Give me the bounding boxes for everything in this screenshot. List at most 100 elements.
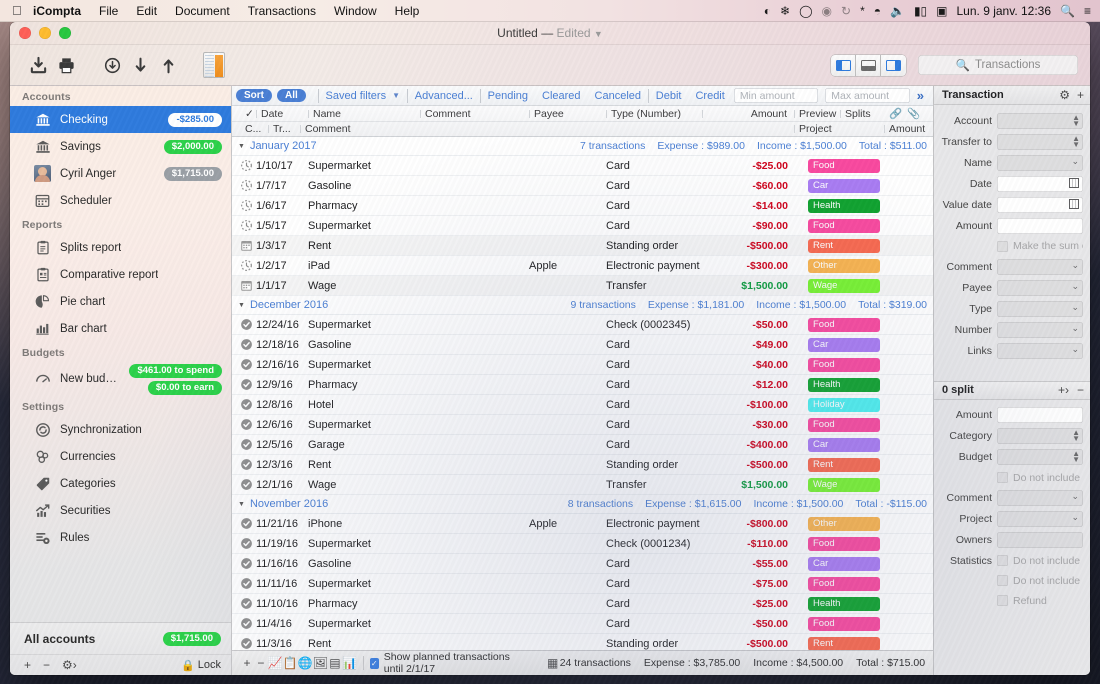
column-splits[interactable]: Splits [840, 108, 871, 120]
sidebar-item-splits-report[interactable]: Splits report [10, 234, 231, 261]
transaction-row[interactable]: 1/2/17iPadAppleElectronic payment-$300.0… [232, 256, 933, 276]
close-button[interactable] [19, 27, 31, 39]
max-amount-input[interactable]: Max amount [825, 88, 909, 103]
cleared-status-icon[interactable] [240, 358, 254, 372]
transaction-row[interactable]: 11/16/16GasolineCard-$55.00$795.00Car [232, 554, 933, 574]
credit-filter-button[interactable]: Credit [695, 90, 724, 102]
gear-icon[interactable]: ⚙› [62, 658, 77, 672]
search-input[interactable]: 🔍 Transactions [918, 55, 1078, 75]
split-amount-input[interactable] [997, 407, 1083, 423]
transaction-row[interactable]: 12/6/16SupermarketCard-$30.00$455.00Food [232, 415, 933, 435]
stepper-icon[interactable]: ▲▼ [1072, 136, 1080, 148]
sidebar-item-comparative-report[interactable]: Comparative report [10, 261, 231, 288]
transaction-row[interactable]: 11/10/16PharmacyCard-$25.00$925.00Health [232, 594, 933, 614]
transaction-group-header[interactable]: ▼December 20169 transactionsExpense : $1… [232, 296, 933, 315]
transaction-row[interactable]: 12/1/16WageTransfer$1,500.00$1,385.00Wag… [232, 475, 933, 495]
transaction-row[interactable]: 12/5/16GarageCard-$400.00$485.00Car [232, 435, 933, 455]
split-budget-input[interactable]: ▲▼ [997, 449, 1083, 465]
image-icon[interactable]: 🖼 [313, 656, 328, 670]
gear-icon[interactable]: ⚙ [1059, 88, 1070, 102]
inspector-name-input[interactable]: ⌄ [997, 155, 1083, 171]
category-chip[interactable]: Car [808, 338, 880, 352]
column-comment[interactable]: Comment [420, 108, 471, 120]
column-amount[interactable]: Amount [702, 108, 792, 120]
split-category-input[interactable]: ▲▼ [997, 428, 1083, 444]
cleared-status-icon[interactable] [240, 597, 254, 611]
inspector-amount-input[interactable] [997, 218, 1083, 234]
chevron-down-icon[interactable]: ⌄ [1071, 156, 1079, 167]
transaction-row[interactable]: 12/9/16PharmacyCard-$12.00$343.00Health [232, 375, 933, 395]
cleared-filter-button[interactable]: Cleared [542, 90, 581, 102]
debit-filter-button[interactable]: Debit [656, 90, 682, 102]
category-chip[interactable]: Rent [808, 239, 880, 253]
input-source-icon[interactable]: ▣ [936, 0, 947, 22]
category-chip[interactable]: Food [808, 577, 880, 591]
cleared-status-icon[interactable] [240, 318, 254, 332]
column-date[interactable]: Date [256, 108, 283, 120]
chevron-down-icon[interactable]: ⌄ [1071, 260, 1079, 271]
sidebar-item-bar-chart[interactable]: Bar chart [10, 315, 231, 342]
calendar-icon[interactable] [1069, 178, 1079, 188]
sidebar-item-savings[interactable]: Savings $2,000.00 [10, 133, 231, 160]
column-name[interactable]: Name [308, 108, 341, 120]
transaction-row[interactable]: 1/10/17SupermarketCard-$25.00$715.00Food [232, 156, 933, 176]
inspector-links-input[interactable]: ⌄ [997, 343, 1083, 359]
cleared-status-icon[interactable] [240, 617, 254, 631]
arrow-down-icon[interactable] [126, 51, 154, 79]
bluetooth-icon[interactable]: * [860, 0, 865, 22]
stepper-icon[interactable]: ▲▼ [1072, 451, 1080, 463]
sidebar-item-currencies[interactable]: Currencies [10, 443, 231, 470]
bar-chart-icon[interactable]: 📊 [342, 656, 357, 670]
cleared-status-icon[interactable] [240, 438, 254, 452]
chevron-double-right-icon[interactable]: » [917, 88, 927, 103]
column-c[interactable]: C... [240, 123, 261, 135]
menu-icompta[interactable]: iCompta [24, 0, 90, 22]
category-chip[interactable]: Food [808, 219, 880, 233]
transaction-row[interactable]: 11/3/16RentStanding order-$500.00$1,000.… [232, 634, 933, 650]
minus-icon[interactable]: − [1077, 383, 1084, 397]
split-comment-input[interactable]: ⌄ [997, 490, 1083, 506]
category-chip[interactable]: Health [808, 199, 880, 213]
disclosure-triangle-icon[interactable]: ▼ [238, 302, 245, 309]
clipboard-icon[interactable]: 📋 [283, 656, 298, 670]
column-project[interactable]: Project [794, 123, 832, 135]
menu-transactions[interactable]: Transactions [239, 0, 325, 22]
sort-button[interactable]: Sort [236, 89, 272, 102]
transaction-row[interactable]: 1/3/17RentStanding order-$500.00$904.00R… [232, 236, 933, 256]
transaction-list[interactable]: ▼January 20177 transactionsExpense : $98… [232, 137, 933, 650]
category-chip[interactable]: Food [808, 318, 880, 332]
column-comment-2[interactable]: Comment [300, 123, 351, 135]
make-sum-of-checkbox[interactable] [997, 241, 1008, 252]
cleared-status-icon[interactable] [240, 338, 254, 352]
inspector-account-input[interactable]: ▲▼ [997, 113, 1083, 129]
sidebar-item-synchronization[interactable]: Synchronization [10, 416, 231, 443]
menu-help[interactable]: Help [386, 0, 429, 22]
screen-share-icon[interactable]: ◐ [764, 0, 771, 22]
menu-edit[interactable]: Edit [127, 0, 166, 22]
canceled-filter-button[interactable]: Canceled [595, 90, 641, 102]
inspector-number-input[interactable]: ⌄ [997, 322, 1083, 338]
sidebar-item-categories[interactable]: Categories [10, 470, 231, 497]
pending-status-icon[interactable] [240, 259, 254, 273]
minus-icon[interactable]: − [254, 656, 268, 670]
column-check[interactable]: ✓ [240, 108, 254, 120]
sidebar-item-checking[interactable]: Checking -$285.00 [10, 106, 231, 133]
min-amount-input[interactable]: Min amount [734, 88, 818, 103]
disclosure-triangle-icon[interactable]: ▼ [238, 143, 245, 150]
cleared-status-icon[interactable] [240, 537, 254, 551]
arrow-up-icon[interactable] [154, 51, 182, 79]
chevron-down-icon[interactable]: ▼ [392, 91, 400, 100]
cleared-status-icon[interactable] [240, 478, 254, 492]
inspector-payee-input[interactable]: ⌄ [997, 280, 1083, 296]
column-tr[interactable]: Tr... [268, 123, 291, 135]
chevron-down-icon[interactable]: ⌄ [1071, 323, 1079, 334]
cleared-status-icon[interactable] [240, 378, 254, 392]
download-circle-icon[interactable] [98, 51, 126, 79]
document-icon[interactable] [200, 51, 228, 79]
statistics-checkbox[interactable] [997, 575, 1008, 586]
plus-icon[interactable]: +› [1058, 383, 1069, 397]
split-project-input[interactable]: ⌄ [997, 511, 1083, 527]
statistics-checkbox[interactable] [997, 595, 1008, 606]
cleared-status-icon[interactable] [240, 557, 254, 571]
chevron-down-icon[interactable]: ⌄ [1071, 491, 1079, 502]
